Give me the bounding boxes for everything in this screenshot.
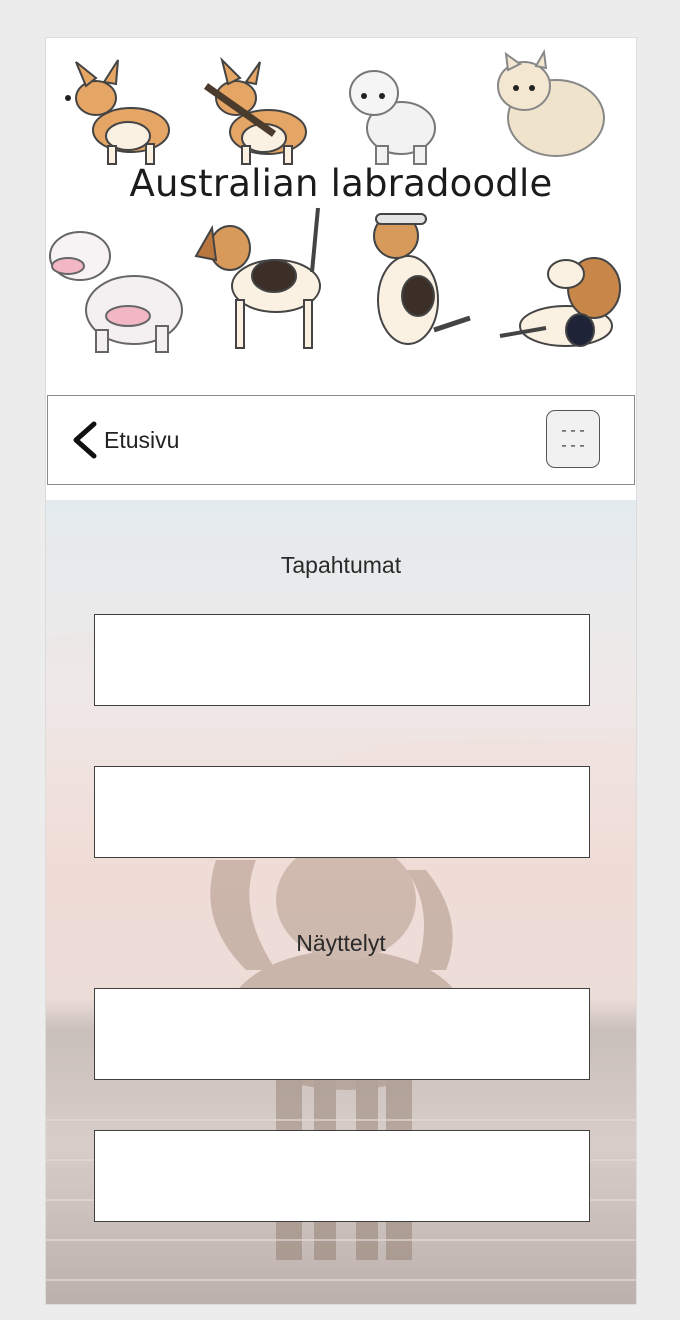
white-poodle-illustration [349,70,436,165]
bull-terrier-illustration [49,231,183,353]
dog-illustrations [49,48,621,353]
event-card-2[interactable] [94,766,590,858]
show-card-2[interactable] [94,1130,590,1222]
event-card-1[interactable] [94,614,590,706]
header-banner: Australian labradoodle [46,38,636,394]
corgi-with-stick-illustration [203,56,307,165]
section-title-events: Tapahtumat [280,552,402,578]
corgi-illustration [65,59,170,165]
hamburger-menu-button[interactable]: --- --- [546,410,600,468]
page-title: Australian labradoodle [129,162,553,205]
beagle-standing-illustration [194,207,321,349]
content-area: Tapahtumat Näyttelyt [46,500,636,1304]
beagle-sitting-illustration [373,213,471,345]
cavalier-lying-illustration [499,257,621,347]
show-card-1[interactable] [94,988,590,1080]
app-screen: Australian labradoodle Etusivu --- --- T… [46,38,636,1304]
pomeranian-illustration [497,48,605,157]
menu-line-top: --- [559,423,587,440]
menu-line-bottom: --- [559,438,587,455]
back-button-label: Etusivu [104,426,180,453]
section-title-shows: Näyttelyt [296,930,386,956]
chevron-left-icon [73,421,97,459]
back-button[interactable]: Etusivu [70,420,179,460]
navigation-bar: Etusivu --- --- [47,395,635,485]
